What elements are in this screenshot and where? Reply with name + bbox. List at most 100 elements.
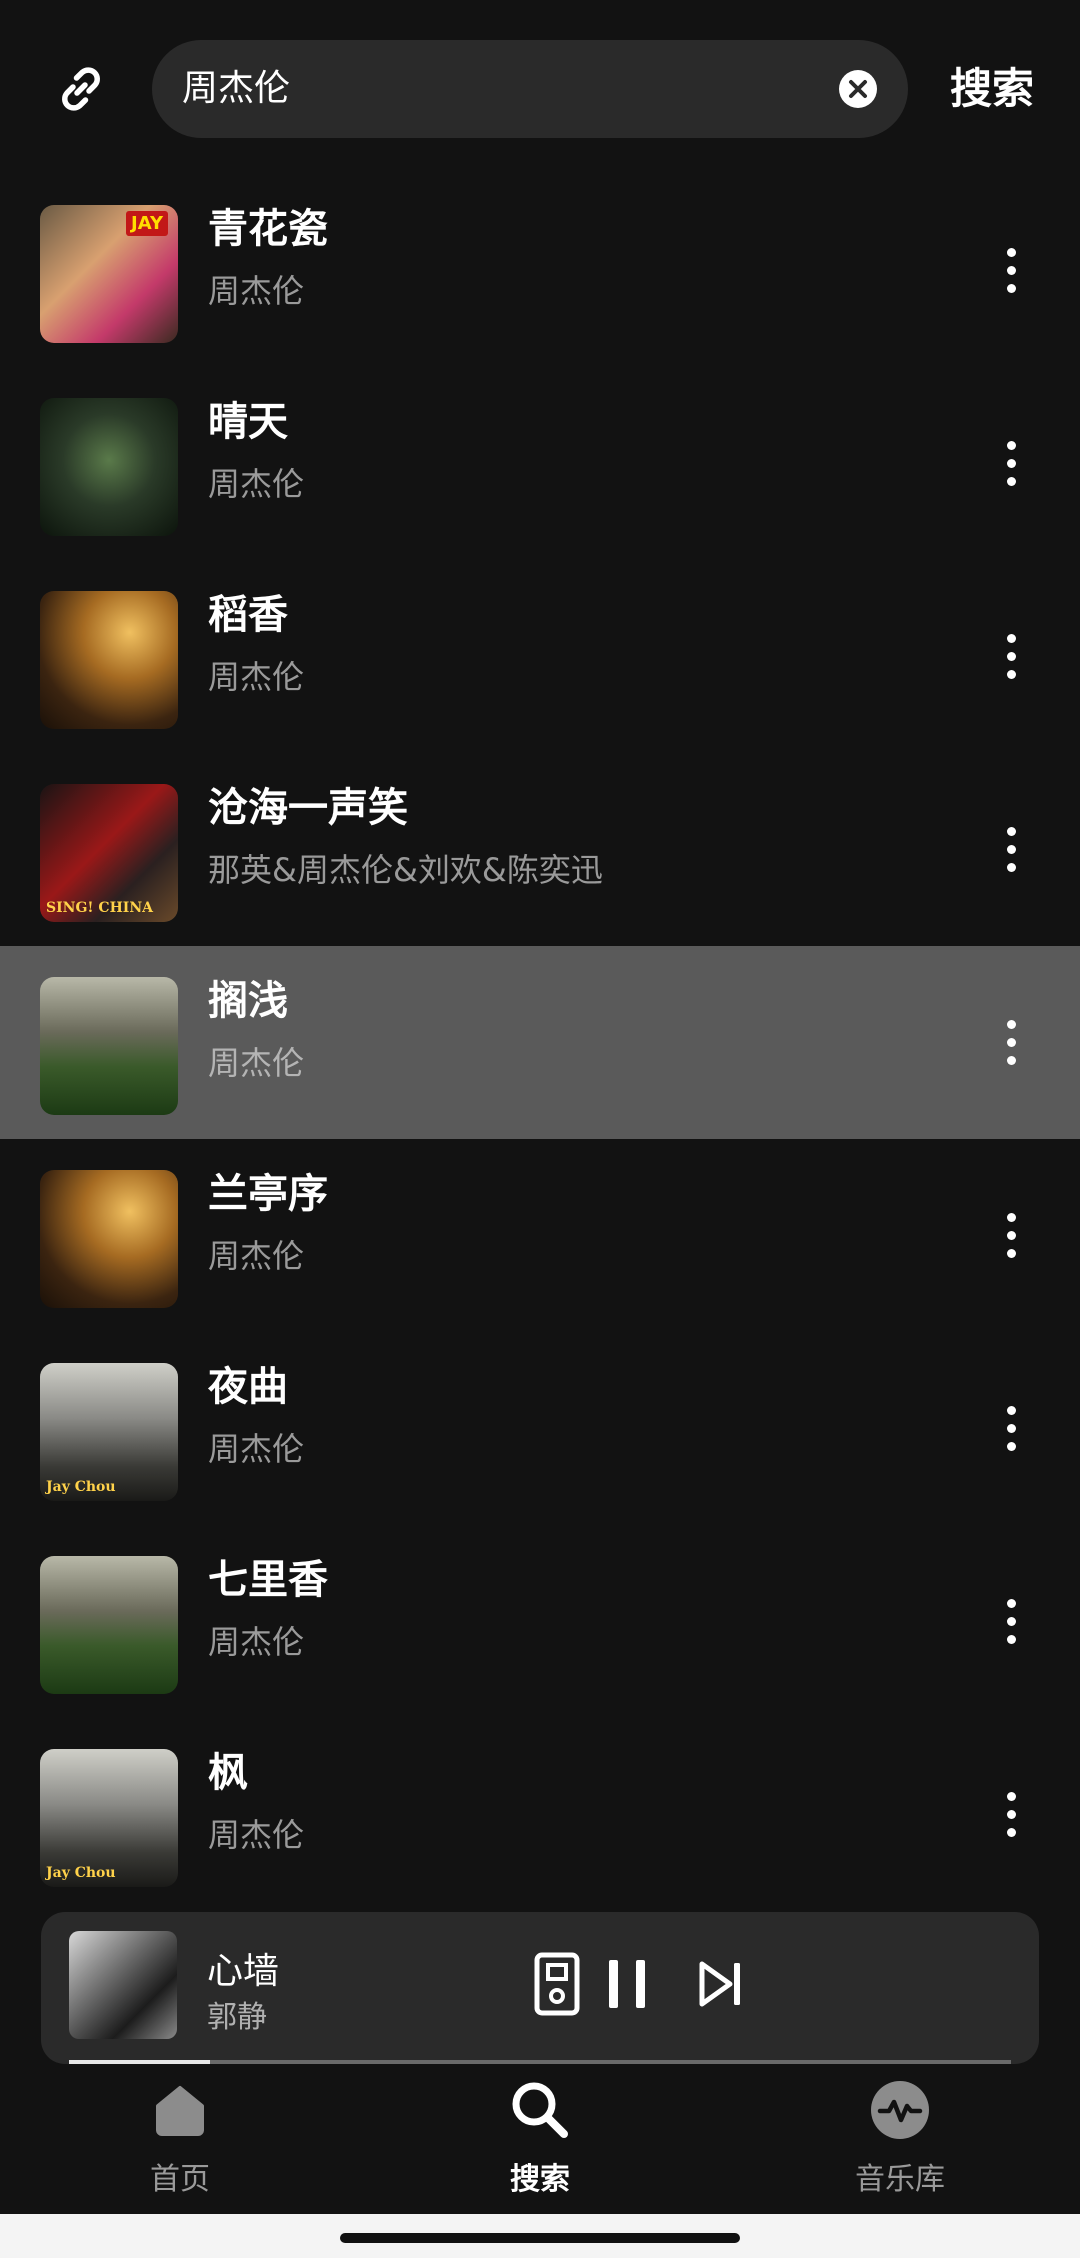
- nav-label-search: 搜索: [510, 2162, 570, 2197]
- now-playing-cover[interactable]: [69, 1931, 177, 2039]
- nav-item-search[interactable]: 搜索: [440, 2078, 640, 2208]
- album-cover: Jay Chou: [40, 1363, 178, 1501]
- more-dot: [1006, 1405, 1016, 1415]
- song-row[interactable]: Jay Chou 枫周杰伦: [0, 1718, 1080, 1911]
- song-artist: 周杰伦: [208, 1816, 305, 1854]
- song-title: 夜曲: [208, 1364, 288, 1410]
- now-playing-artist: 郭静: [207, 2000, 267, 2035]
- more-dot: [1006, 844, 1016, 854]
- clear-icon[interactable]: [838, 69, 878, 109]
- now-playing-title: 心墙: [207, 1951, 280, 1992]
- song-title: 枫: [208, 1750, 248, 1796]
- more-dot: [1006, 458, 1016, 468]
- nav-label-library: 音乐库: [855, 2162, 945, 2197]
- song-title: 稻香: [208, 592, 288, 638]
- more-options-icon[interactable]: [990, 1002, 1032, 1082]
- song-row[interactable]: 兰亭序 周杰伦: [0, 1139, 1080, 1332]
- more-options-icon[interactable]: [990, 1774, 1032, 1854]
- search-input[interactable]: 周杰伦: [152, 40, 908, 138]
- album-cover: [40, 977, 178, 1115]
- cover-caption: SING! CHINA: [46, 900, 154, 916]
- nav-label-home: 首页: [150, 2162, 210, 2197]
- song-row[interactable]: 晴天 周杰伦: [0, 367, 1080, 560]
- more-dot: [1006, 1212, 1016, 1222]
- more-dot: [1006, 1441, 1016, 1451]
- search-results-list: JAY 青花瓷 周杰伦 晴天 周杰伦 稻香 周杰伦 SING! CHINA 沧海一声笑 那英&周杰…: [0, 174, 1080, 1911]
- song-row[interactable]: JAY 青花瓷周杰伦: [0, 174, 1080, 367]
- library-icon: [868, 2078, 932, 2142]
- more-options-icon[interactable]: [990, 809, 1032, 889]
- song-artist: 周杰伦: [208, 1430, 305, 1468]
- search-button[interactable]: 搜索: [950, 40, 1034, 138]
- more-dot: [1006, 826, 1016, 836]
- more-dot: [1006, 1616, 1016, 1626]
- more-dot: [1006, 476, 1016, 486]
- more-dot: [1006, 1827, 1016, 1837]
- song-row[interactable]: 稻香 周杰伦: [0, 560, 1080, 753]
- device-speaker-icon[interactable]: [525, 1952, 589, 2016]
- playback-progress-fill: [69, 2060, 211, 2064]
- song-row[interactable]: 搁浅 周杰伦: [0, 946, 1080, 1139]
- search-icon: [508, 2078, 572, 2142]
- nav-item-library[interactable]: 音乐库: [800, 2078, 1000, 2208]
- more-options-icon[interactable]: [990, 1581, 1032, 1661]
- more-dot: [1006, 1634, 1016, 1644]
- more-dot: [1006, 247, 1016, 257]
- cover-caption: Jay Chou: [46, 1479, 116, 1495]
- album-cover: [40, 591, 178, 729]
- home-indicator[interactable]: [340, 2233, 740, 2243]
- song-artist: 周杰伦: [208, 1044, 305, 1082]
- more-options-icon[interactable]: [990, 1388, 1032, 1468]
- album-cover: [40, 1170, 178, 1308]
- next-track-icon[interactable]: [689, 1952, 753, 2016]
- more-options-icon[interactable]: [990, 616, 1032, 696]
- album-cover: [40, 1556, 178, 1694]
- song-title: 青花瓷: [208, 206, 328, 252]
- more-dot: [1006, 1037, 1016, 1047]
- song-title: 七里香: [208, 1557, 328, 1603]
- more-dot: [1006, 633, 1016, 643]
- more-dot: [1006, 283, 1016, 293]
- mini-player[interactable]: 心墙 郭静: [41, 1912, 1039, 2064]
- more-dot: [1006, 669, 1016, 679]
- song-row[interactable]: 七里香 周杰伦: [0, 1525, 1080, 1718]
- pause-icon[interactable]: [595, 1952, 659, 2016]
- more-dot: [1006, 265, 1016, 275]
- more-dot: [1006, 1598, 1016, 1608]
- album-cover: JAY: [40, 205, 178, 343]
- more-options-icon[interactable]: [990, 1195, 1032, 1275]
- more-dot: [1006, 1230, 1016, 1240]
- song-artist: 周杰伦: [208, 465, 305, 503]
- nav-item-home[interactable]: 首页: [80, 2078, 280, 2208]
- song-artist: 周杰伦: [208, 1623, 305, 1661]
- home-icon: [148, 2078, 212, 2142]
- more-dot: [1006, 1791, 1016, 1801]
- link-icon[interactable]: [46, 54, 116, 124]
- more-dot: [1006, 440, 1016, 450]
- album-cover: [40, 398, 178, 536]
- more-dot: [1006, 651, 1016, 661]
- playback-progress[interactable]: [69, 2060, 1011, 2064]
- cover-badge: JAY: [126, 211, 168, 236]
- more-options-icon[interactable]: [990, 423, 1032, 503]
- song-row[interactable]: Jay Chou 夜曲周杰伦: [0, 1332, 1080, 1525]
- more-dot: [1006, 862, 1016, 872]
- cover-caption: Jay Chou: [46, 1865, 116, 1881]
- song-artist: 周杰伦: [208, 1237, 305, 1275]
- song-title: 沧海一声笑: [208, 785, 408, 831]
- more-options-icon[interactable]: [990, 230, 1032, 310]
- song-title: 晴天: [208, 399, 288, 445]
- song-row[interactable]: SING! CHINA 沧海一声笑那英&周杰伦&刘欢&陈奕迅: [0, 753, 1080, 946]
- more-dot: [1006, 1055, 1016, 1065]
- more-dot: [1006, 1248, 1016, 1258]
- search-query[interactable]: 周杰伦: [182, 40, 290, 138]
- song-title: 搁浅: [208, 978, 288, 1024]
- song-title: 兰亭序: [208, 1171, 328, 1217]
- search-header: 周杰伦 搜索: [0, 0, 1080, 170]
- bottom-nav: 首页 搜索 音乐库: [0, 2072, 1080, 2214]
- song-artist: 周杰伦: [208, 658, 305, 696]
- album-cover: SING! CHINA: [40, 784, 178, 922]
- more-dot: [1006, 1423, 1016, 1433]
- song-artist: 周杰伦: [208, 272, 305, 310]
- song-artist: 那英&周杰伦&刘欢&陈奕迅: [208, 851, 603, 889]
